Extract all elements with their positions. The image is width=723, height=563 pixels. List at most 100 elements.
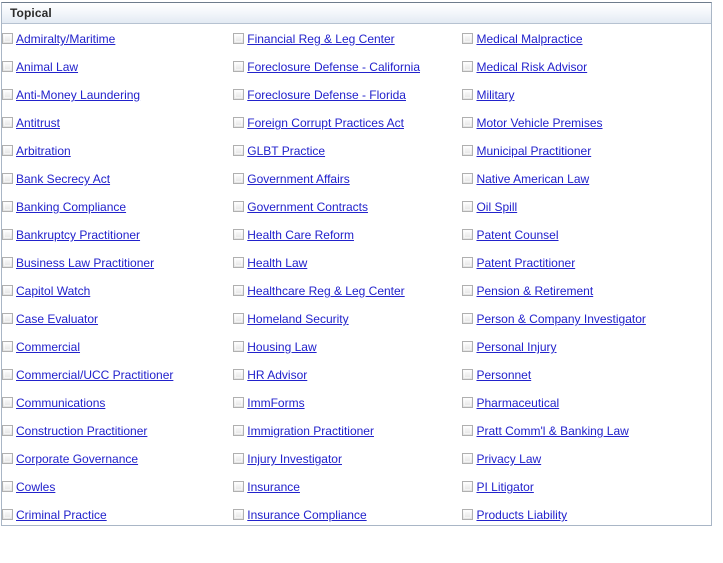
topic-link[interactable]: Government Affairs: [247, 172, 350, 186]
topic-checkbox[interactable]: [2, 201, 13, 212]
topic-checkbox[interactable]: [2, 313, 13, 324]
topic-link[interactable]: Motor Vehicle Premises: [476, 116, 602, 130]
topic-checkbox[interactable]: [233, 229, 245, 240]
topic-link[interactable]: Commercial: [16, 340, 80, 354]
topic-checkbox[interactable]: [462, 509, 474, 520]
topic-link[interactable]: Healthcare Reg & Leg Center: [247, 284, 404, 298]
topic-link[interactable]: Case Evaluator: [16, 312, 98, 326]
topic-checkbox[interactable]: [462, 33, 474, 44]
topic-link[interactable]: Personnet: [476, 368, 531, 382]
topic-link[interactable]: Foreclosure Defense - California: [247, 60, 420, 74]
topic-link[interactable]: Pharmaceutical: [476, 396, 559, 410]
topic-link[interactable]: HR Advisor: [247, 368, 307, 382]
topic-checkbox[interactable]: [233, 313, 245, 324]
topic-checkbox[interactable]: [462, 285, 474, 296]
topic-link[interactable]: GLBT Practice: [247, 144, 325, 158]
topic-checkbox[interactable]: [2, 341, 13, 352]
topic-link[interactable]: Communications: [16, 396, 105, 410]
topic-link[interactable]: Medical Malpractice: [476, 32, 582, 46]
topic-checkbox[interactable]: [2, 145, 13, 156]
topic-link[interactable]: Products Liability: [476, 508, 567, 522]
topic-checkbox[interactable]: [233, 117, 245, 128]
topic-checkbox[interactable]: [2, 369, 13, 380]
topic-checkbox[interactable]: [2, 89, 13, 100]
topic-checkbox[interactable]: [233, 201, 245, 212]
topic-checkbox[interactable]: [462, 341, 474, 352]
topic-link[interactable]: Commercial/UCC Practitioner: [16, 368, 173, 382]
topic-checkbox[interactable]: [2, 453, 13, 464]
topic-checkbox[interactable]: [233, 33, 245, 44]
topic-link[interactable]: Banking Compliance: [16, 200, 126, 214]
topic-link[interactable]: Military: [476, 88, 514, 102]
topic-checkbox[interactable]: [233, 397, 245, 408]
topic-checkbox[interactable]: [233, 453, 245, 464]
topic-link[interactable]: Native American Law: [476, 172, 589, 186]
topic-link[interactable]: Financial Reg & Leg Center: [247, 32, 394, 46]
topic-checkbox[interactable]: [462, 145, 474, 156]
topic-link[interactable]: Antitrust: [16, 116, 60, 130]
topic-checkbox[interactable]: [2, 257, 13, 268]
topic-checkbox[interactable]: [2, 117, 13, 128]
topic-link[interactable]: Business Law Practitioner: [16, 256, 154, 270]
topic-link[interactable]: Patent Counsel: [476, 228, 558, 242]
topic-checkbox[interactable]: [462, 201, 474, 212]
topic-link[interactable]: Oil Spill: [476, 200, 517, 214]
topic-link[interactable]: ImmForms: [247, 396, 304, 410]
topic-checkbox[interactable]: [2, 61, 13, 72]
topic-link[interactable]: Arbitration: [16, 144, 71, 158]
topic-link[interactable]: Cowles: [16, 480, 55, 494]
topic-checkbox[interactable]: [233, 257, 245, 268]
topic-checkbox[interactable]: [233, 369, 245, 380]
topic-checkbox[interactable]: [2, 481, 13, 492]
topic-link[interactable]: Health Care Reform: [247, 228, 354, 242]
topic-checkbox[interactable]: [2, 173, 13, 184]
topic-link[interactable]: Municipal Practitioner: [476, 144, 591, 158]
topic-checkbox[interactable]: [233, 145, 245, 156]
topic-link[interactable]: Anti-Money Laundering: [16, 88, 140, 102]
topic-link[interactable]: Pension & Retirement: [476, 284, 593, 298]
topic-checkbox[interactable]: [462, 369, 474, 380]
topic-link[interactable]: Health Law: [247, 256, 307, 270]
topic-link[interactable]: Pratt Comm'l & Banking Law: [476, 424, 628, 438]
topic-link[interactable]: Insurance: [247, 480, 300, 494]
topic-checkbox[interactable]: [2, 425, 13, 436]
topic-checkbox[interactable]: [462, 229, 474, 240]
topic-link[interactable]: Bank Secrecy Act: [16, 172, 110, 186]
topic-link[interactable]: Person & Company Investigator: [476, 312, 645, 326]
topic-link[interactable]: Homeland Security: [247, 312, 348, 326]
topic-checkbox[interactable]: [462, 117, 474, 128]
topic-checkbox[interactable]: [462, 313, 474, 324]
topic-link[interactable]: Government Contracts: [247, 200, 368, 214]
topic-checkbox[interactable]: [233, 341, 245, 352]
topic-checkbox[interactable]: [233, 425, 245, 436]
topic-checkbox[interactable]: [233, 61, 245, 72]
topic-link[interactable]: Foreign Corrupt Practices Act: [247, 116, 404, 130]
topic-checkbox[interactable]: [233, 285, 245, 296]
topic-link[interactable]: Admiralty/Maritime: [16, 32, 115, 46]
topic-checkbox[interactable]: [462, 257, 474, 268]
topic-checkbox[interactable]: [462, 61, 474, 72]
topic-checkbox[interactable]: [2, 33, 13, 44]
topic-checkbox[interactable]: [462, 397, 474, 408]
topic-link[interactable]: Criminal Practice: [16, 508, 107, 522]
topic-checkbox[interactable]: [462, 425, 474, 436]
topic-checkbox[interactable]: [2, 229, 13, 240]
topic-checkbox[interactable]: [2, 285, 13, 296]
topic-link[interactable]: Injury Investigator: [247, 452, 342, 466]
topic-link[interactable]: Capitol Watch: [16, 284, 90, 298]
topic-checkbox[interactable]: [2, 397, 13, 408]
topic-link[interactable]: PI Litigator: [476, 480, 533, 494]
topic-link[interactable]: Immigration Practitioner: [247, 424, 374, 438]
topic-checkbox[interactable]: [462, 89, 474, 100]
topic-link[interactable]: Animal Law: [16, 60, 78, 74]
topic-checkbox[interactable]: [462, 481, 474, 492]
topic-checkbox[interactable]: [462, 173, 474, 184]
topic-link[interactable]: Construction Practitioner: [16, 424, 147, 438]
topic-checkbox[interactable]: [233, 509, 245, 520]
topic-link[interactable]: Medical Risk Advisor: [476, 60, 587, 74]
topic-checkbox[interactable]: [2, 509, 13, 520]
topic-checkbox[interactable]: [233, 481, 245, 492]
topic-link[interactable]: Personal Injury: [476, 340, 556, 354]
topic-link[interactable]: Foreclosure Defense - Florida: [247, 88, 406, 102]
topic-link[interactable]: Housing Law: [247, 340, 316, 354]
